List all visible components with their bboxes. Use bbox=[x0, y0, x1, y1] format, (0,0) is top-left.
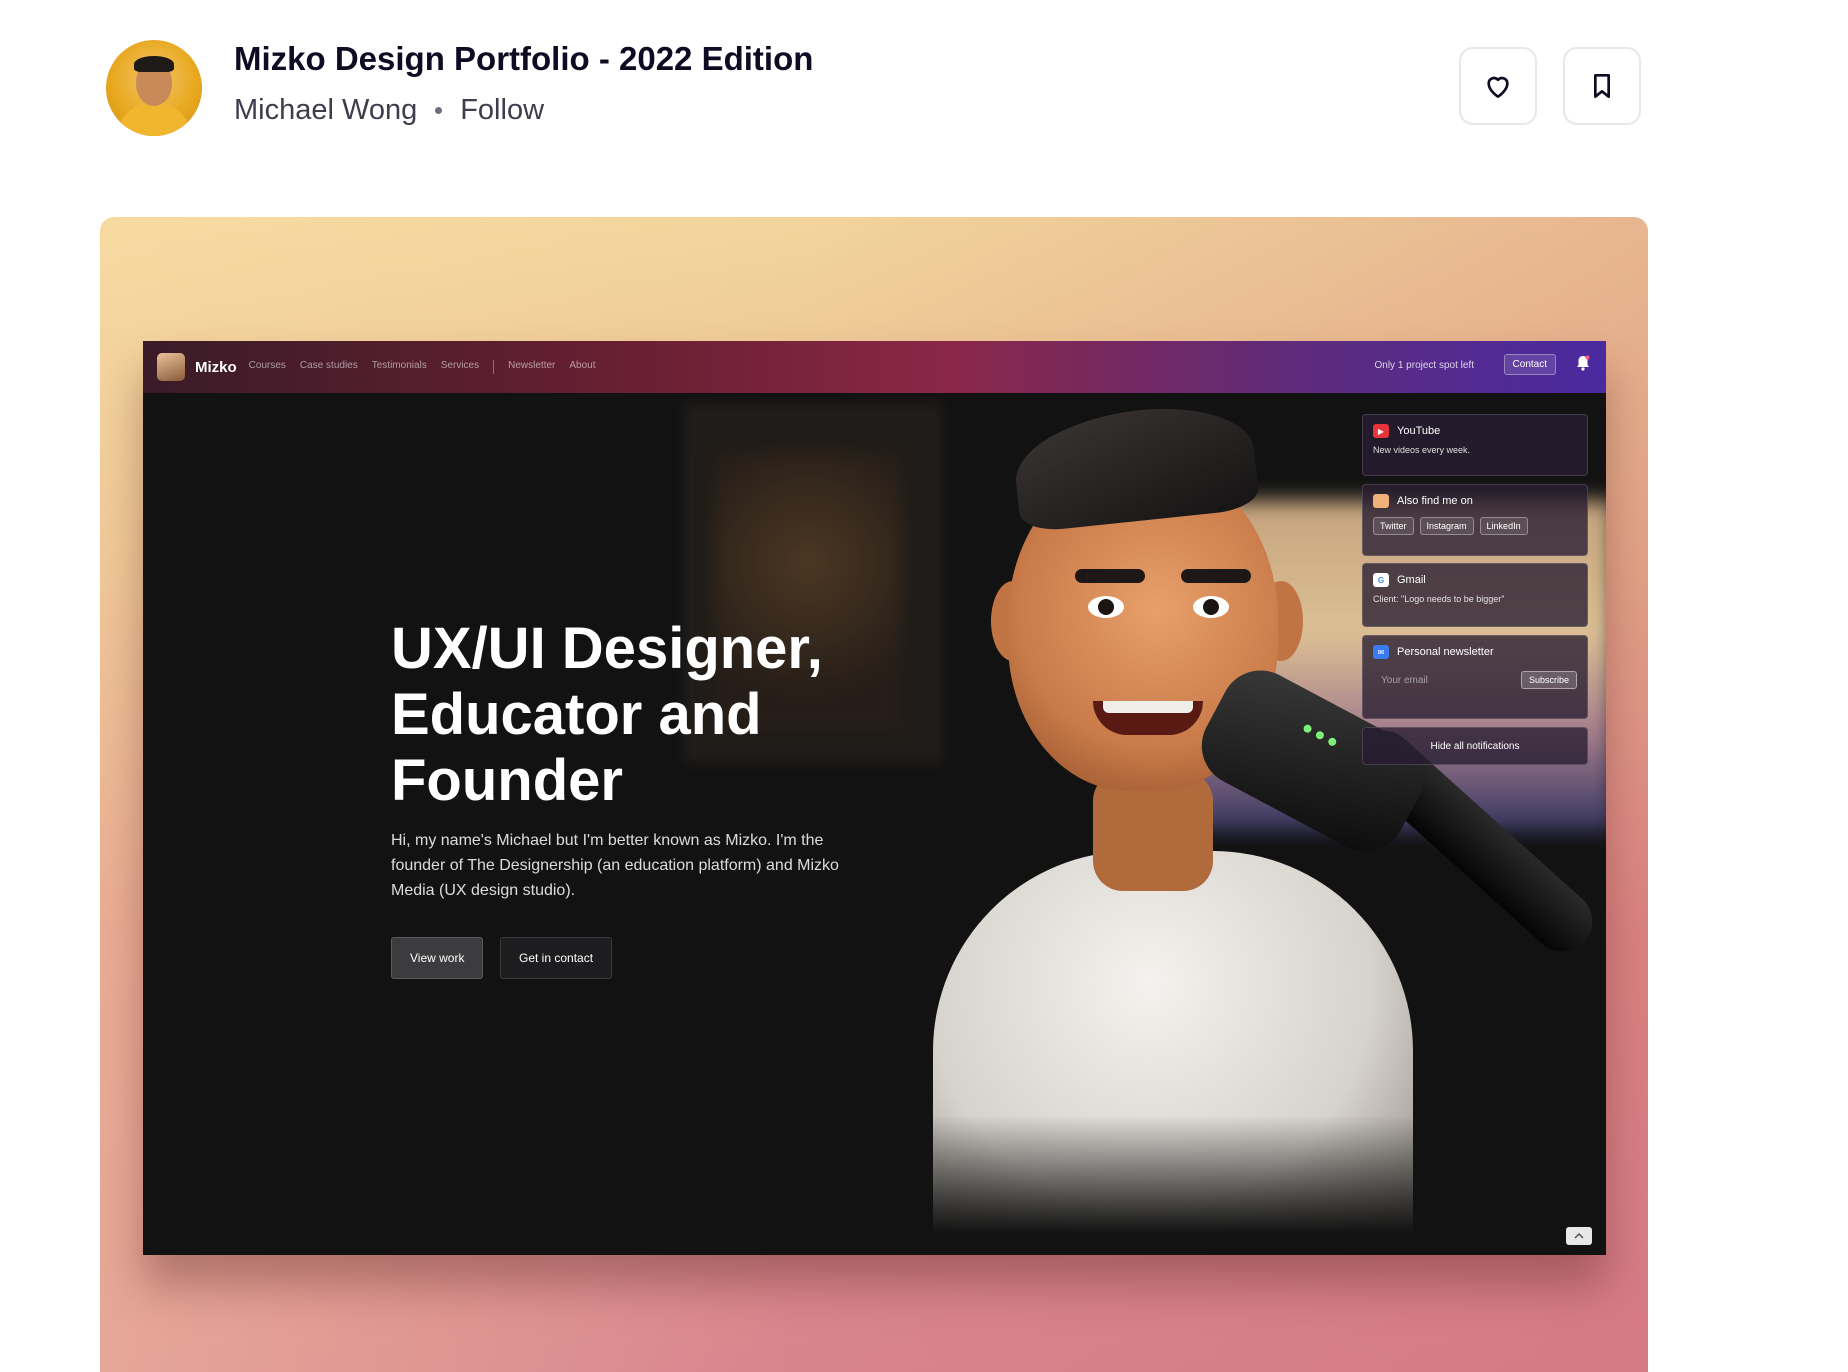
notification-youtube: ▶ YouTube New videos every week. bbox=[1362, 414, 1588, 476]
author-name[interactable]: Michael Wong bbox=[234, 94, 417, 127]
notification-title: Also find me on bbox=[1397, 495, 1473, 507]
nav-link-courses: Courses bbox=[248, 360, 286, 371]
hide-notifications-button: Hide all notifications bbox=[1362, 727, 1588, 765]
character-eye-right bbox=[1193, 596, 1229, 618]
site-logo bbox=[157, 353, 185, 381]
byline: Michael Wong Follow bbox=[234, 94, 544, 127]
linkedin-link: LinkedIn bbox=[1479, 517, 1528, 535]
notification-text: Client: "Logo needs to be bigger" bbox=[1373, 594, 1505, 604]
website-preview: Mizko Courses Case studies Testimonials … bbox=[143, 341, 1606, 1255]
site-contact-button: Contact bbox=[1503, 354, 1556, 375]
notification-title: Gmail bbox=[1397, 574, 1426, 586]
mic-led bbox=[1326, 736, 1338, 748]
avatar-hair bbox=[134, 56, 174, 72]
notification-newsletter: ✉ Personal newsletter Your email Subscri… bbox=[1362, 635, 1588, 719]
nav-link-newsletter: Newsletter bbox=[508, 360, 556, 371]
character-eye-left bbox=[1088, 596, 1124, 618]
hero-title: UX/UI Designer, Educator and Founder bbox=[391, 616, 823, 813]
bookmark-icon bbox=[1594, 74, 1610, 98]
nav-link-services: Services bbox=[440, 360, 480, 371]
heart-icon bbox=[1487, 76, 1509, 98]
nav-divider bbox=[493, 360, 495, 374]
author-avatar[interactable] bbox=[106, 40, 202, 136]
character-mouth bbox=[1093, 701, 1203, 735]
site-navbar: Mizko Courses Case studies Testimonials … bbox=[143, 341, 1606, 393]
notification-title: Personal newsletter bbox=[1397, 646, 1494, 658]
get-in-contact-button: Get in contact bbox=[500, 937, 613, 979]
project-spot-text: Only 1 project spot left bbox=[1374, 360, 1475, 371]
notification-socials: Also find me on Twitter Instagram Linked… bbox=[1362, 484, 1588, 556]
notification-title: YouTube bbox=[1397, 425, 1441, 437]
twitter-link: Twitter bbox=[1373, 517, 1414, 535]
view-work-button: View work bbox=[391, 937, 484, 979]
character-brow-right bbox=[1181, 569, 1251, 583]
avatar-hood bbox=[116, 102, 192, 136]
shot-title: Mizko Design Portfolio - 2022 Edition bbox=[234, 40, 814, 77]
scroll-top-button bbox=[1566, 1227, 1592, 1245]
mic-led bbox=[1302, 723, 1313, 735]
nav-link-testimonials: Testimonials bbox=[371, 360, 427, 371]
bell-icon bbox=[1577, 355, 1590, 371]
nav-link-case-studies: Case studies bbox=[299, 360, 358, 371]
instagram-link: Instagram bbox=[1419, 517, 1474, 535]
mail-icon: ✉ bbox=[1373, 645, 1389, 659]
hero-description: Hi, my name's Michael but I'm better kno… bbox=[391, 832, 839, 899]
shot-media[interactable]: Mizko Courses Case studies Testimonials … bbox=[100, 217, 1648, 1372]
site-brand: Mizko bbox=[195, 358, 237, 376]
notification-text: New videos every week. bbox=[1373, 445, 1471, 455]
avatar-icon bbox=[1373, 494, 1389, 508]
chevron-up-icon bbox=[1574, 1232, 1584, 1239]
save-button[interactable] bbox=[1563, 47, 1641, 125]
like-button[interactable] bbox=[1459, 47, 1537, 125]
follow-button[interactable]: Follow bbox=[460, 94, 544, 127]
character-brow-left bbox=[1075, 569, 1145, 583]
bottom-fade bbox=[143, 1115, 1606, 1255]
site-nav-links: Courses Case studies Testimonials Servic… bbox=[249, 360, 596, 374]
mic-led bbox=[1314, 729, 1326, 741]
notification-gmail: G Gmail Client: "Logo needs to be bigger… bbox=[1362, 563, 1588, 627]
youtube-icon: ▶ bbox=[1373, 424, 1389, 438]
subscribe-button: Subscribe bbox=[1520, 671, 1577, 689]
nav-link-about: About bbox=[569, 360, 596, 371]
google-icon: G bbox=[1373, 573, 1389, 587]
email-field: Your email bbox=[1381, 674, 1428, 686]
separator-dot bbox=[435, 107, 443, 114]
